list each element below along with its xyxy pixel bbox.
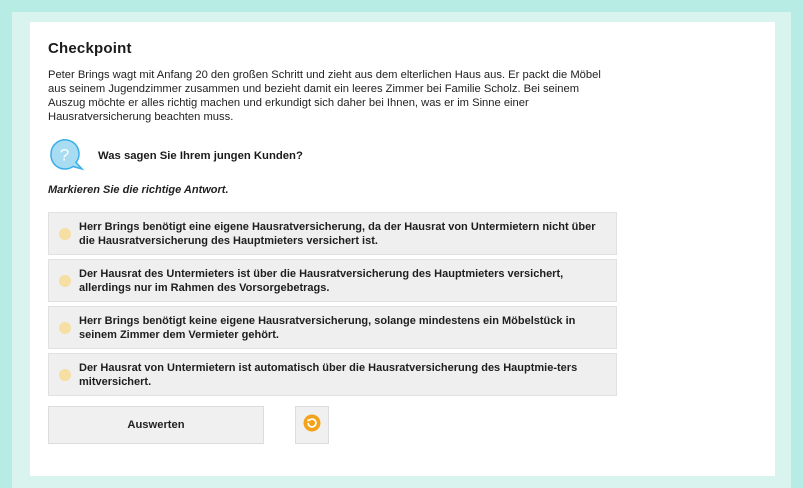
answer-option-4[interactable]: Der Hausrat von Untermietern ist automat…: [48, 353, 617, 396]
radio-button[interactable]: [59, 275, 71, 287]
question-bubble-icon: ?: [48, 136, 85, 177]
radio-button[interactable]: [59, 228, 71, 240]
question-row: ? Was sagen Sie Ihrem jungen Kunden?: [48, 138, 757, 174]
radio-button[interactable]: [59, 369, 71, 381]
answer-option-2[interactable]: Der Hausrat des Untermieters ist über di…: [48, 259, 617, 302]
checkpoint-card: Checkpoint Peter Brings wagt mit Anfang …: [30, 22, 775, 476]
answer-label: Der Hausrat des Untermieters ist über di…: [79, 267, 564, 294]
radio-button[interactable]: [59, 322, 71, 334]
reset-icon: [303, 414, 321, 437]
answer-list: Herr Brings benötigt eine eigene Hausrat…: [48, 212, 617, 396]
answer-option-3[interactable]: Herr Brings benötigt keine eigene Hausra…: [48, 306, 617, 349]
evaluate-button[interactable]: Auswerten: [48, 406, 264, 444]
instruction-text: Markieren Sie die richtige Antwort.: [48, 184, 229, 196]
svg-text:?: ?: [60, 145, 69, 164]
answer-label: Herr Brings benötigt eine eigene Hausrat…: [79, 220, 596, 247]
intro-text: Peter Brings wagt mit Anfang 20 den groß…: [48, 69, 601, 123]
reset-button[interactable]: [295, 406, 329, 444]
question-text: Was sagen Sie Ihrem jungen Kunden?: [98, 150, 303, 162]
checkpoint-title: Checkpoint: [48, 40, 132, 57]
answer-label: Herr Brings benötigt keine eigene Hausra…: [79, 314, 576, 341]
answer-label: Der Hausrat von Untermietern ist automat…: [79, 361, 578, 388]
action-row: Auswerten: [48, 406, 757, 444]
answer-option-1[interactable]: Herr Brings benötigt eine eigene Hausrat…: [48, 212, 617, 255]
